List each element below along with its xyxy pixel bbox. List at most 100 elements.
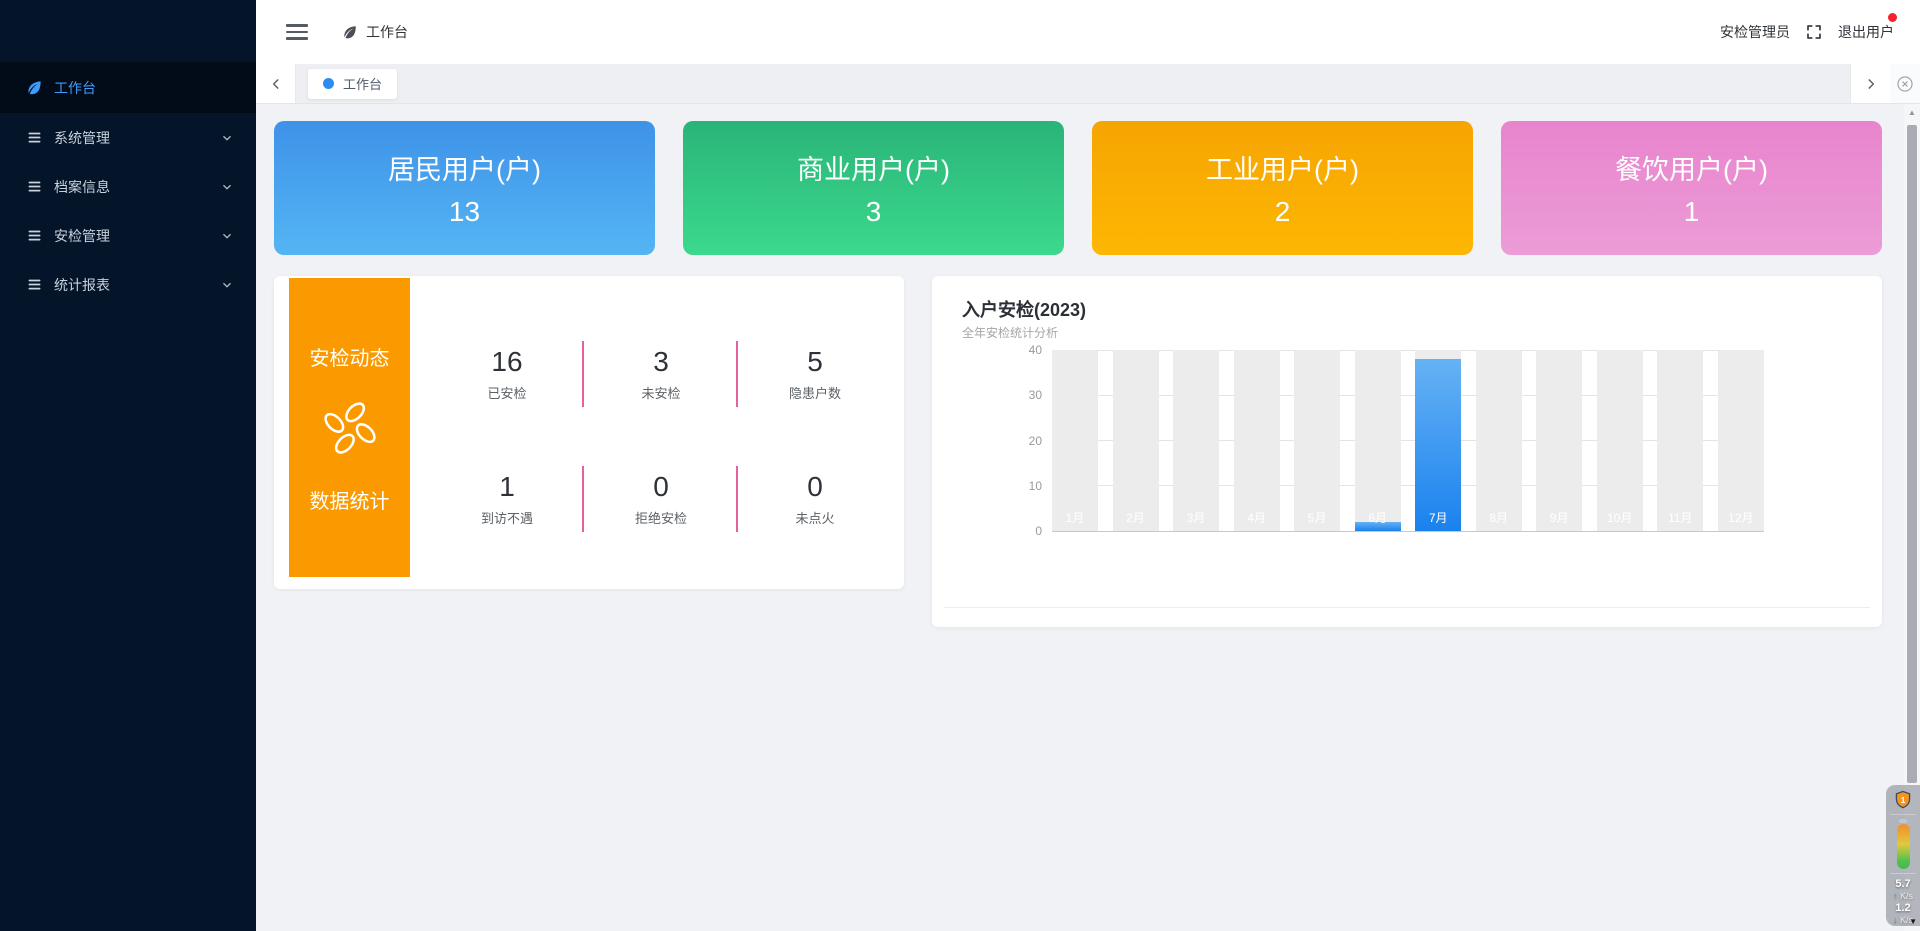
chart-bar-month-label: 10月 — [1597, 509, 1643, 526]
sidebar-item-system[interactable]: 系统管理 — [0, 113, 256, 162]
upload-unit: ↑ K/s — [1893, 891, 1913, 902]
stat-value: 3 — [653, 346, 669, 378]
stat-label: 未安检 — [641, 383, 680, 402]
stats-panel: 安检动态 数据统计 16已安检3未安检5隐患户数1到访不遇0拒绝安检0未点火 — [274, 276, 904, 589]
tab-label: 工作台 — [343, 74, 382, 93]
sidebar-item-label: 安检管理 — [54, 226, 110, 246]
stat-value: 16 — [491, 346, 522, 378]
summary-card-label: 餐饮用户(户) — [1615, 148, 1768, 187]
chart-bar-month-label: 1月 — [1052, 509, 1098, 526]
chart-bar-month-label: 3月 — [1173, 509, 1219, 526]
username: 安检管理员 — [1720, 22, 1790, 42]
summary-card-value: 3 — [866, 196, 882, 228]
stat-label: 未点火 — [795, 508, 834, 527]
main-area: 工作台 安检管理员 退出用户 工作台 — [256, 0, 1920, 931]
sidebar-menu: 工作台系统管理档案信息安检管理统计报表 — [0, 0, 256, 309]
sidebar-item-label: 档案信息 — [54, 177, 110, 197]
download-arrow-icon: ↓ — [1893, 915, 1898, 925]
sidebar-item-inspection[interactable]: 安检管理 — [0, 211, 256, 260]
sidebar-item-label: 系统管理 — [54, 128, 110, 148]
page-title: 工作台 — [366, 22, 408, 42]
gauge-handle — [1899, 819, 1907, 823]
summary-card-resident: 居民用户(户)13 — [274, 121, 655, 255]
chart-bar-month-label: 6月 — [1355, 509, 1401, 526]
sidebar: 工作台系统管理档案信息安检管理统计报表 — [0, 0, 256, 931]
svg-text:1: 1 — [1901, 795, 1906, 805]
stat-value: 0 — [807, 471, 823, 503]
tab-bar: 工作台 — [256, 64, 1920, 104]
fullscreen-icon[interactable] — [1805, 23, 1823, 41]
tab-workbench[interactable]: 工作台 — [308, 69, 397, 99]
chart-bar-track: 8月 — [1476, 350, 1522, 531]
stat-label: 隐患户数 — [789, 383, 841, 402]
chevron-down-icon — [220, 278, 234, 292]
stat-item: 5隐患户数 — [738, 312, 892, 437]
sidebar-item-reports[interactable]: 统计报表 — [0, 260, 256, 309]
leaf-icon — [26, 79, 43, 96]
sidebar-item-label: 统计报表 — [54, 275, 110, 295]
header-right: 安检管理员 退出用户 — [1720, 22, 1894, 42]
chart-bar-track: 3月 — [1173, 350, 1219, 531]
stats-grid: 16已安检 3 未安检 5隐患户数 1到访不遇 0 拒绝安检 0 未点火 — [430, 312, 892, 561]
chevron-down-icon — [220, 180, 234, 194]
stat-value: 0 — [653, 471, 669, 503]
chart-bar-track: 5月 — [1294, 350, 1340, 531]
sidebar-collapse-icon[interactable] — [286, 24, 308, 40]
summary-card-value: 2 — [1275, 196, 1291, 228]
chart-bar-track: 7月 — [1415, 350, 1461, 531]
header: 工作台 安检管理员 退出用户 — [256, 0, 1920, 64]
logout-button[interactable]: 退出用户 — [1838, 22, 1894, 42]
stat-item: 16已安检 — [430, 312, 584, 437]
monitor-collapse-caret[interactable]: ▼ — [1909, 917, 1917, 926]
summary-card-commercial: 商业用户(户) 3 — [683, 121, 1064, 255]
stat-label: 拒绝安检 — [635, 508, 687, 527]
menu-lines-icon — [26, 129, 43, 146]
upload-speed: 5.7 — [1895, 878, 1910, 891]
y-tick-label: 20 — [1029, 434, 1042, 448]
sidebar-item-label: 工作台 — [54, 78, 96, 98]
sidebar-item-workbench[interactable]: 工作台 — [0, 62, 256, 113]
stats-banner-bottom-label: 数据统计 — [310, 485, 390, 514]
chart-bar-month-label: 2月 — [1113, 509, 1159, 526]
stat-item: 0 未点火 — [738, 437, 892, 562]
chart-title: 入户安检(2023) — [962, 296, 1086, 322]
summary-card-industrial: 工业用户(户) 2 — [1092, 121, 1473, 255]
header-left: 工作台 — [286, 22, 408, 42]
y-tick-label: 40 — [1029, 343, 1042, 357]
chart-bar-track: 9月 — [1536, 350, 1582, 531]
chart-bar-track: 2月 — [1113, 350, 1159, 531]
pinwheel-icon — [319, 397, 381, 459]
chart-bar-track: 6月 — [1355, 350, 1401, 531]
summary-card-label: 商业用户(户) — [797, 148, 950, 187]
download-speed: 1.2 — [1895, 902, 1910, 915]
tabs-close-button[interactable] — [1890, 64, 1920, 103]
stat-item: 1到访不遇 — [430, 437, 584, 562]
scrollbar-thumb[interactable] — [1907, 125, 1917, 783]
chart-bar-month-label: 4月 — [1234, 509, 1280, 526]
chart-panel: 入户安检(2023) 全年安检统计分析 010203040 1月2月3月4月5月… — [932, 276, 1882, 627]
stat-item: 0 拒绝安检 — [584, 437, 738, 562]
chart-bar — [1415, 359, 1461, 531]
content-area: 居民用户(户)13商业用户(户)3工业用户(户)2餐饮用户(户)1 安检动态 — [256, 104, 1904, 931]
speed-gauge — [1897, 824, 1910, 869]
tabs-scroll-left-button[interactable] — [256, 64, 296, 103]
menu-lines-icon — [26, 178, 43, 195]
stat-item: 3 未安检 — [584, 312, 738, 437]
chart-bar-month-label: 9月 — [1536, 509, 1582, 526]
chart-bar-track: 12月 — [1718, 350, 1764, 531]
tabs-scroll-right-button[interactable] — [1850, 64, 1890, 103]
network-monitor-widget[interactable]: 1 5.7 ↑ K/s 1.2 ↓ K/s ▼ — [1886, 785, 1920, 926]
summary-card-value: 1 — [1684, 196, 1700, 228]
tabs-strip: 工作台 — [296, 64, 397, 103]
sidebar-item-archives[interactable]: 档案信息 — [0, 162, 256, 211]
chart-bar-month-label: 11月 — [1657, 509, 1703, 526]
scrollbar-up-arrow[interactable]: ▲ — [1904, 108, 1920, 117]
upload-arrow-icon: ↑ — [1893, 891, 1898, 901]
summary-card-label: 工业用户(户) — [1206, 148, 1359, 187]
chart-bar-track: 4月 — [1234, 350, 1280, 531]
chart-bar-month-label: 12月 — [1718, 509, 1764, 526]
y-tick-label: 30 — [1029, 388, 1042, 402]
stat-label: 到访不遇 — [481, 508, 533, 527]
summary-card-catering: 餐饮用户(户) 1 — [1501, 121, 1882, 255]
chart-bar-track: 10月 — [1597, 350, 1643, 531]
